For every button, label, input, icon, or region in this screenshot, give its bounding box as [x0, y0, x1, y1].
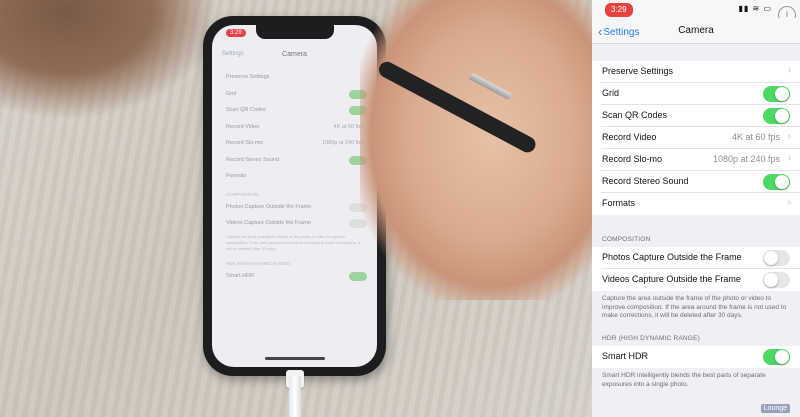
- mini-row: Scan QR Codes: [212, 102, 377, 119]
- settings-group-hdr: Smart HDR: [592, 346, 800, 368]
- settings-group-main: Preserve Settings › Grid Scan QR Codes R…: [592, 61, 800, 215]
- row-label: Record Video: [602, 132, 657, 142]
- status-bar: 3:29 ▮▮ ≋ ▭: [592, 0, 800, 18]
- scan-qr-toggle[interactable]: [763, 108, 790, 124]
- home-indicator: [264, 357, 325, 360]
- settings-group-composition: Photos Capture Outside the Frame Videos …: [592, 247, 800, 291]
- mini-row: Record Stereo Sound: [212, 152, 377, 169]
- section-header-composition: COMPOSITION: [602, 236, 651, 243]
- time-pill: 3:29: [605, 3, 633, 17]
- smart-hdr-toggle[interactable]: [763, 349, 790, 365]
- row-label: Record Slo-mo: [602, 154, 663, 164]
- hand: [360, 0, 592, 300]
- mini-row: Videos Capture Outside the Frame: [212, 215, 377, 232]
- phone-in-photo: 3:29 Settings Camera Preserve Settings G…: [203, 16, 386, 376]
- mini-row: Photos Capture Outside the Frame: [212, 199, 377, 216]
- row-label: Preserve Settings: [602, 66, 674, 76]
- row-record-stereo-sound: Record Stereo Sound: [601, 171, 800, 193]
- mini-row: Record Video 4K at 60 fps: [226, 123, 363, 130]
- row-label: Scan QR Codes: [602, 110, 668, 120]
- row-videos-capture-outside: Videos Capture Outside the Frame: [601, 269, 800, 291]
- phone-notch: [255, 25, 334, 39]
- grid-toggle[interactable]: [763, 86, 790, 102]
- chevron-right-icon: ›: [787, 65, 791, 76]
- row-record-video[interactable]: Record Video 4K at 60 fps ›: [601, 127, 800, 149]
- videos-capture-toggle[interactable]: [763, 272, 790, 288]
- row-label: Photos Capture Outside the Frame: [602, 252, 742, 262]
- mini-row: Formats: [226, 173, 247, 179]
- row-smart-hdr: Smart HDR: [601, 346, 800, 368]
- arm-shadow: [0, 0, 220, 120]
- row-label: Videos Capture Outside the Frame: [602, 274, 741, 284]
- mini-section-header: HDR (HIGH DYNAMIC RANGE): [226, 260, 291, 266]
- hdr-footer: Smart HDR intelligently blends the best …: [602, 372, 766, 388]
- mini-settings-list: Preserve Settings Grid Scan QR Codes Rec…: [212, 69, 377, 284]
- lightning-cable: [289, 376, 301, 417]
- mini-time-pill: 3:29: [226, 29, 246, 37]
- background-photo: 3:29 Settings Camera Preserve Settings G…: [0, 0, 592, 417]
- mini-row: Record Slo-mo 1080p at 240 fps: [226, 140, 363, 146]
- row-preserve-settings[interactable]: Preserve Settings ›: [601, 61, 800, 83]
- row-label: Smart HDR: [602, 351, 649, 361]
- photos-capture-toggle[interactable]: [763, 250, 790, 266]
- row-photos-capture-outside: Photos Capture Outside the Frame: [601, 247, 800, 269]
- navigation-bar: ‹Settings Camera: [592, 18, 800, 44]
- mini-title: Camera: [282, 51, 307, 58]
- camera-settings-panel: 3:29 ▮▮ ≋ ▭ i ‹Settings Camera Preserve …: [592, 0, 800, 417]
- mini-section-header: COMPOSITION: [226, 191, 259, 197]
- row-grid: Grid: [601, 83, 800, 105]
- status-icons: ▮▮ ≋ ▭: [738, 4, 772, 13]
- row-label: Grid: [602, 88, 620, 98]
- mini-row: Smart HDR: [212, 268, 377, 285]
- chevron-right-icon: ›: [787, 197, 791, 208]
- mini-row: Grid: [212, 86, 377, 103]
- row-label: Record Stereo Sound: [602, 176, 689, 186]
- composition-footer: Capture the area outside the frame of th…: [602, 295, 787, 319]
- row-value: 1080p at 240 fps: [712, 154, 780, 164]
- row-value: 4K at 60 fps: [731, 132, 780, 142]
- row-label: Formats: [602, 198, 636, 208]
- row-formats[interactable]: Formats ›: [601, 193, 800, 215]
- row-record-slo-mo[interactable]: Record Slo-mo 1080p at 240 fps ›: [601, 149, 800, 171]
- watermark-logo: Lounge: [760, 404, 790, 413]
- mini-row: Preserve Settings: [226, 74, 270, 80]
- chevron-right-icon: ›: [787, 153, 791, 164]
- stereo-sound-toggle[interactable]: [763, 174, 790, 190]
- chevron-right-icon: ›: [787, 131, 791, 142]
- section-header-hdr: HDR (HIGH DYNAMIC RANGE): [602, 335, 700, 342]
- page-title: Camera: [678, 25, 714, 36]
- mini-footer: Capture the area outside the frame of th…: [226, 233, 360, 251]
- phone-screen: 3:29 Settings Camera Preserve Settings G…: [212, 25, 377, 367]
- row-scan-qr-codes: Scan QR Codes: [601, 105, 800, 127]
